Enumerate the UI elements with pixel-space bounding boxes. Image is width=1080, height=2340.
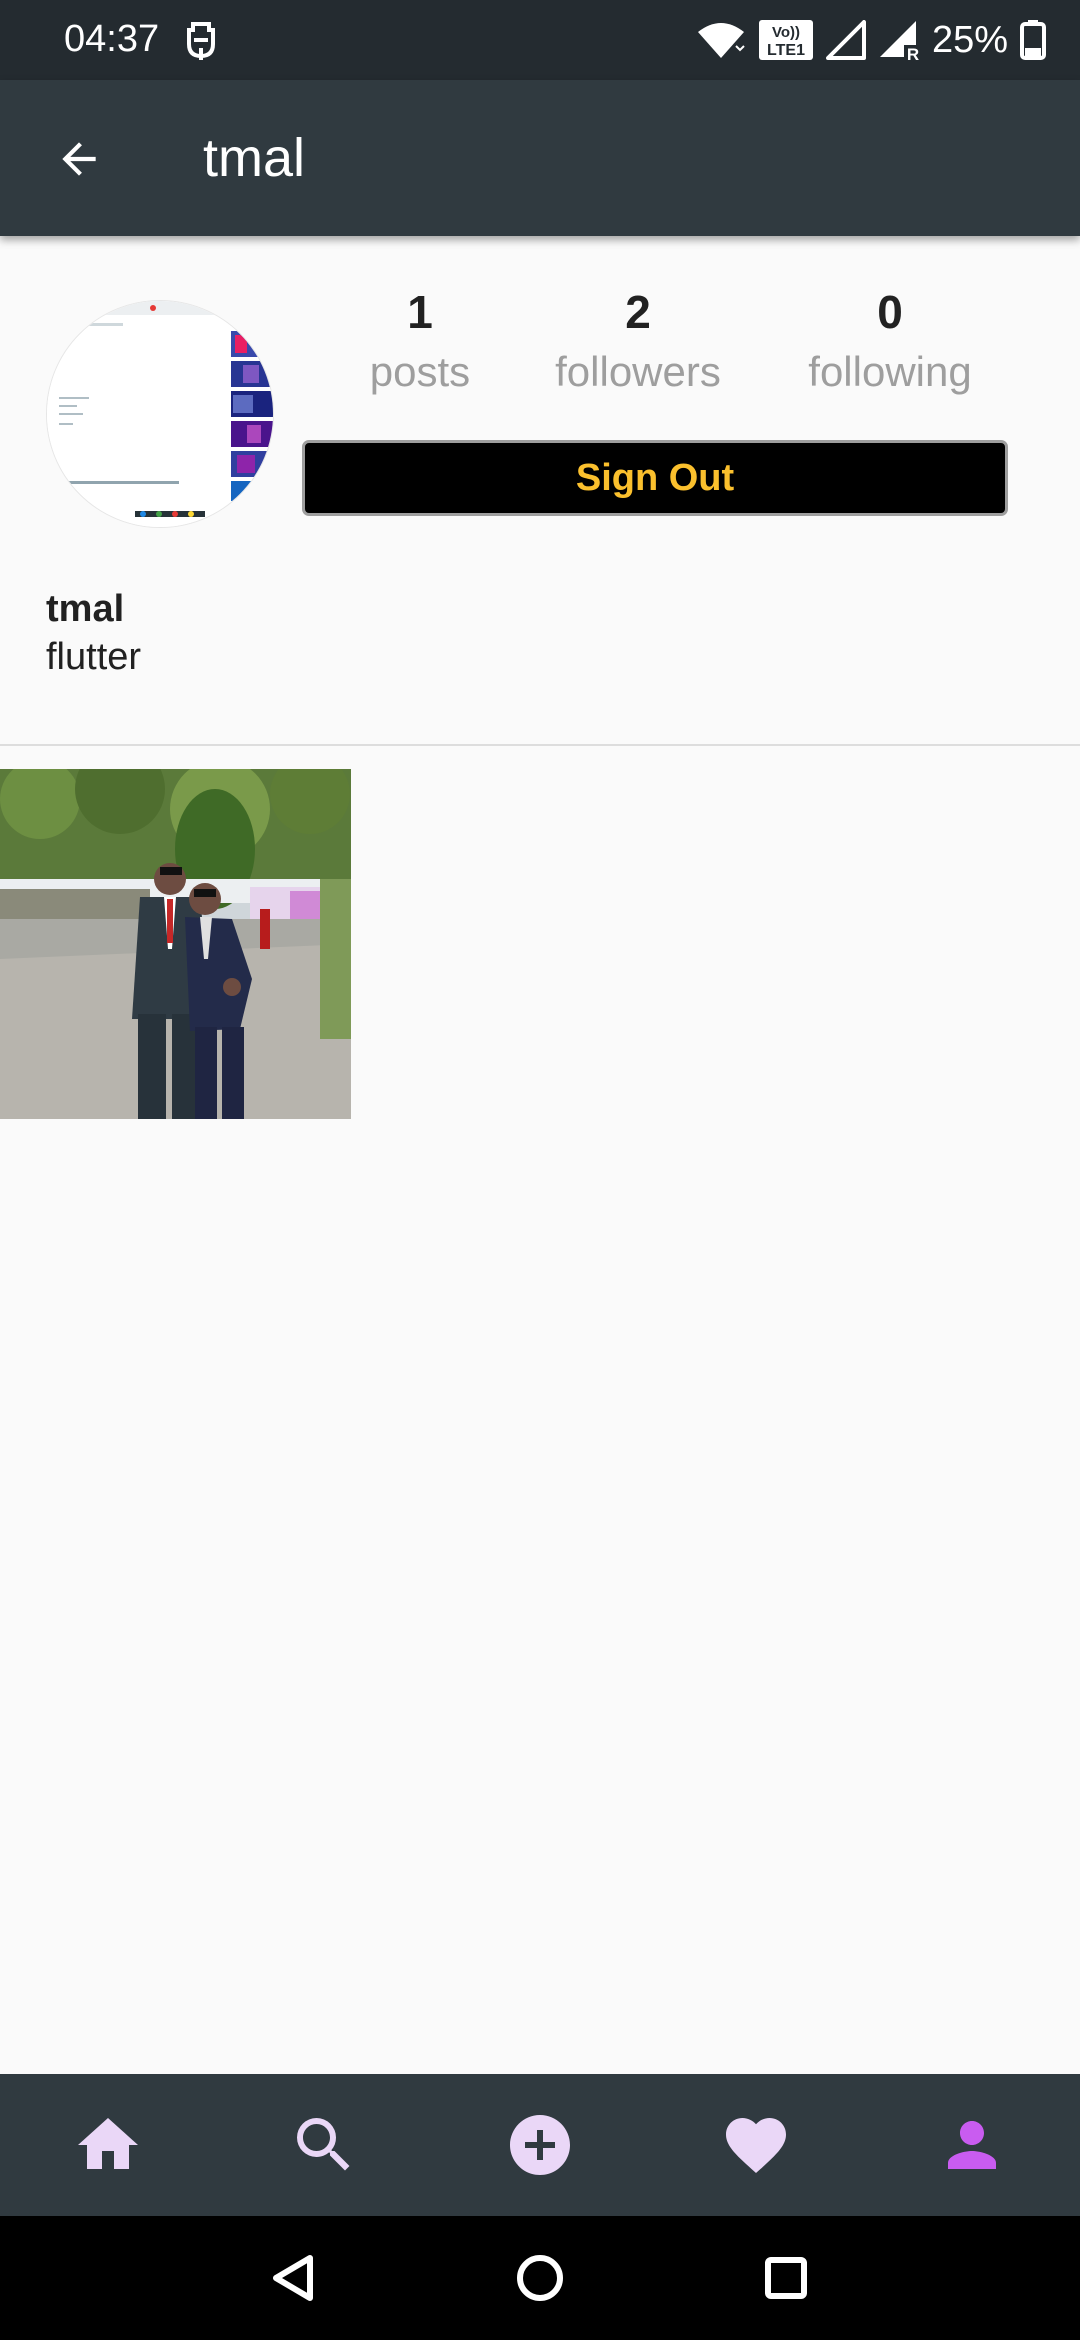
nav-profile[interactable]	[864, 2074, 1080, 2216]
battery-percent: 25%	[931, 19, 1008, 61]
post-thumbnail[interactable]	[0, 769, 351, 1119]
signal-icon	[825, 20, 866, 60]
volte-line1: Vo))	[772, 24, 800, 41]
wifi-icon	[696, 20, 746, 60]
stat-followers-label: followers	[555, 348, 721, 395]
divider	[0, 744, 1080, 746]
avatar[interactable]	[46, 300, 274, 528]
status-icons: Vo)) LTE1 R 25%	[696, 14, 1046, 66]
stat-following: 0 following	[770, 280, 1010, 400]
add-circle-icon	[510, 2115, 570, 2175]
stat-followers-value: 2	[625, 286, 651, 338]
stat-following-label: following	[808, 348, 972, 395]
volte-icon: Vo)) LTE1	[758, 19, 814, 61]
system-navigation-bar	[0, 2216, 1080, 2340]
app-bar: tmal	[0, 80, 1080, 236]
signal-roaming-icon: R	[878, 19, 920, 61]
stat-posts-value: 1	[407, 286, 433, 338]
battery-icon	[1020, 20, 1046, 60]
stat-following-value: 0	[877, 286, 903, 338]
notification-icon	[184, 18, 218, 62]
back-button[interactable]	[38, 122, 118, 198]
home-circle-icon	[517, 2255, 563, 2301]
status-bar: 04:37 Vo)) LTE1 R 25%	[0, 0, 1080, 80]
stat-posts: 1 posts	[300, 280, 540, 400]
stat-followers: 2 followers	[518, 280, 758, 400]
nav-home[interactable]	[0, 2074, 216, 2216]
bottom-navigation	[0, 2074, 1080, 2216]
favorite-icon	[726, 2118, 786, 2174]
stat-posts-label: posts	[369, 348, 471, 395]
profile-stats: 1 posts 2 followers 0 following	[300, 280, 1020, 410]
nav-search[interactable]	[216, 2074, 432, 2216]
profile-bio: flutter	[46, 636, 142, 678]
arrow-back-icon	[62, 142, 96, 176]
system-back-button[interactable]	[250, 2234, 338, 2322]
recents-square-icon	[765, 2257, 807, 2299]
sign-out-button[interactable]: Sign Out	[302, 440, 1008, 516]
nav-favorites[interactable]	[648, 2074, 864, 2216]
person-icon	[948, 2121, 996, 2169]
search-icon	[297, 2118, 350, 2171]
home-icon	[78, 2118, 138, 2169]
roaming-letter: R	[907, 45, 919, 61]
back-triangle-icon	[273, 2255, 313, 2301]
profile-username: tmal	[46, 588, 125, 630]
nav-add[interactable]	[432, 2074, 648, 2216]
page-title: tmal	[203, 128, 306, 188]
system-home-button[interactable]	[496, 2234, 584, 2322]
status-time: 04:37	[64, 18, 160, 60]
volte-line2: LTE1	[767, 42, 805, 59]
system-recents-button[interactable]	[742, 2234, 830, 2322]
